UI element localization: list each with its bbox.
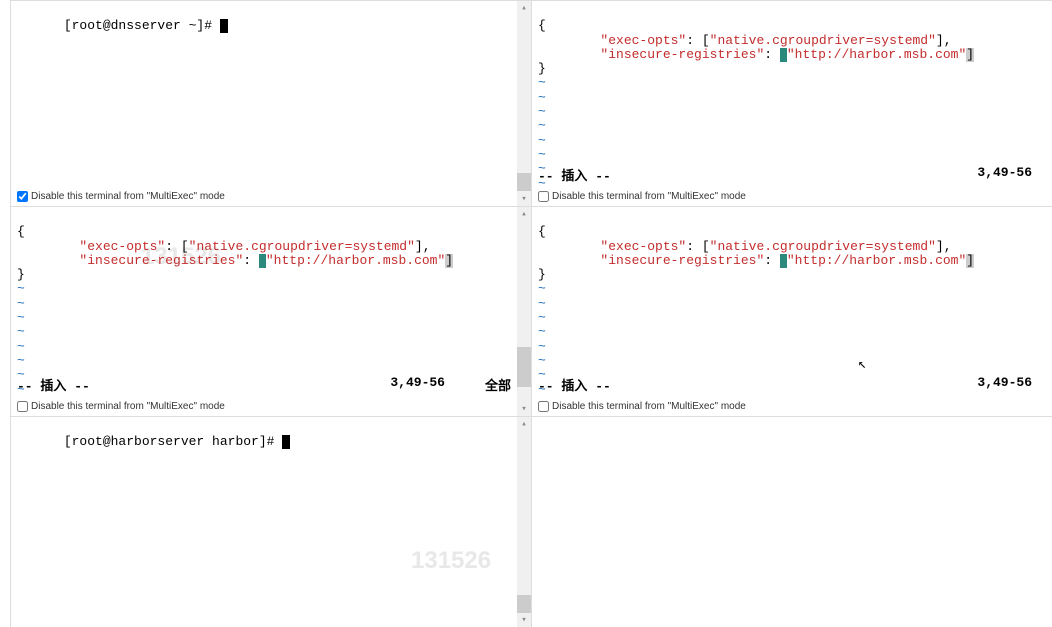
cursor-icon [259,254,266,268]
multiexec-label: Disable this terminal from "MultiExec" m… [31,401,225,412]
terminal-pane-middle-left[interactable]: 131526 { "exec-opts": ["native.cgroupdri… [10,206,531,416]
scroll-down-icon[interactable]: ▾ [517,613,531,627]
vim-position: 3,49-56 [977,165,1032,184]
multiexec-label: Disable this terminal from "MultiExec" m… [552,401,746,412]
scroll-down-icon[interactable]: ▾ [517,192,531,206]
shell-prompt: [root@harborserver harbor]# [64,434,282,449]
scroll-up-icon[interactable]: ▴ [517,1,531,15]
terminal-content[interactable]: [root@harborserver harbor]# [11,417,531,607]
cursor-icon [220,19,228,33]
terminal-content[interactable]: { "exec-opts": ["native.cgroupdriver=sys… [532,1,1052,186]
terminal-pane-bottom-right[interactable] [531,416,1052,627]
multiexec-checkbox[interactable] [538,401,549,412]
scrollbar[interactable]: ▴ ▾ [517,1,531,206]
multiexec-checkbox[interactable] [538,191,549,202]
multiexec-label: Disable this terminal from "MultiExec" m… [552,191,746,202]
cursor-icon [282,435,290,449]
terminal-content[interactable]: [root@dnsserver ~]# [11,1,531,186]
terminal-content[interactable] [532,417,1052,607]
multiexec-checkbox-row: Disable this terminal from "MultiExec" m… [532,396,1036,416]
shell-prompt: [root@dnsserver ~]# [64,18,220,33]
vim-status-line: -- 插入 -- 3,49-56 [538,375,1032,394]
multiexec-checkbox[interactable] [17,191,28,202]
cursor-icon [780,254,787,268]
terminal-pane-top-right[interactable]: { "exec-opts": ["native.cgroupdriver=sys… [531,0,1052,206]
vim-mode: -- 插入 -- [538,375,611,394]
json-open-brace: { [538,18,546,33]
scroll-down-icon[interactable]: ▾ [517,402,531,416]
multiexec-checkbox-row: Disable this terminal from "MultiExec" m… [532,186,1036,206]
terminal-content[interactable]: { "exec-opts": ["native.cgroupdriver=sys… [532,207,1052,396]
terminal-pane-bottom-left[interactable]: 131526 [root@harborserver harbor]# ▴ ▾ [10,416,531,627]
terminal-pane-top-left[interactable]: [root@dnsserver ~]# ▴ ▾ Disable this ter… [10,0,531,206]
cursor-icon [780,48,787,62]
vim-status-line: -- 插入 -- 3,49-56 [538,165,1032,184]
multiexec-label: Disable this terminal from "MultiExec" m… [31,191,225,202]
vim-mode: -- 插入 -- [538,165,611,184]
multiexec-checkbox-row: Disable this terminal from "MultiExec" m… [11,186,515,206]
terminal-pane-middle-right[interactable]: { "exec-opts": ["native.cgroupdriver=sys… [531,206,1052,416]
multiexec-checkbox-row: Disable this terminal from "MultiExec" m… [11,396,515,416]
terminal-content[interactable]: { "exec-opts": ["native.cgroupdriver=sys… [11,207,531,396]
vim-position: 3,49-56 [977,375,1032,394]
scroll-thumb[interactable] [517,173,531,191]
